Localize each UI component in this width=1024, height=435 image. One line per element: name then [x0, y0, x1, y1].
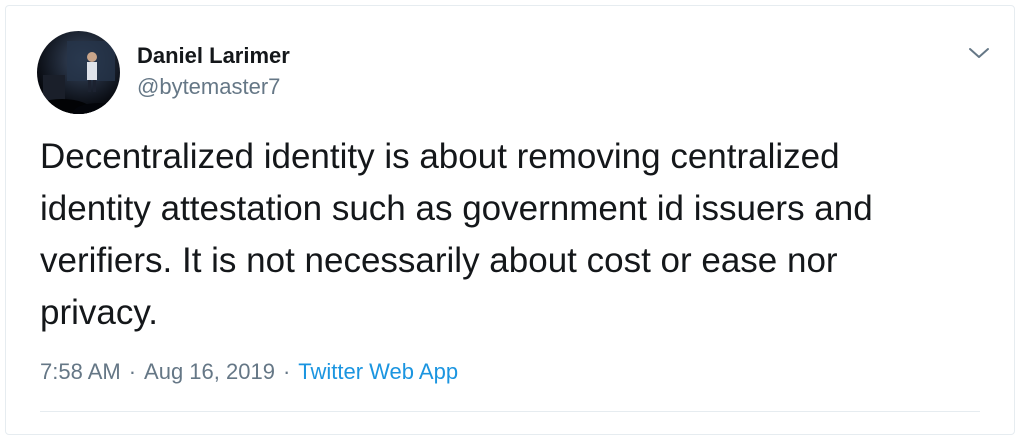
tweet-date[interactable]: Aug 16, 2019 — [144, 359, 275, 384]
author-display-name[interactable]: Daniel Larimer — [137, 43, 290, 69]
tweet-text: Decentralized identity is about removing… — [40, 137, 873, 332]
avatar[interactable] — [37, 31, 120, 114]
meta-separator: · — [128, 359, 137, 384]
author-block: Daniel Larimer @bytemaster7 — [137, 43, 290, 100]
tweet-card: Daniel Larimer @bytemaster7 Decentralize… — [5, 5, 1015, 435]
divider — [40, 411, 980, 412]
tweet-source-link[interactable]: Twitter Web App — [298, 359, 458, 384]
tweet-meta: 7:58 AM · Aug 16, 2019 · Twitter Web App — [40, 358, 458, 386]
avatar-photo-icon — [37, 31, 120, 114]
chevron-down-icon[interactable] — [967, 43, 991, 63]
author-handle[interactable]: @bytemaster7 — [137, 74, 290, 100]
meta-separator: · — [282, 359, 291, 384]
tweet-time[interactable]: 7:58 AM — [40, 359, 121, 384]
